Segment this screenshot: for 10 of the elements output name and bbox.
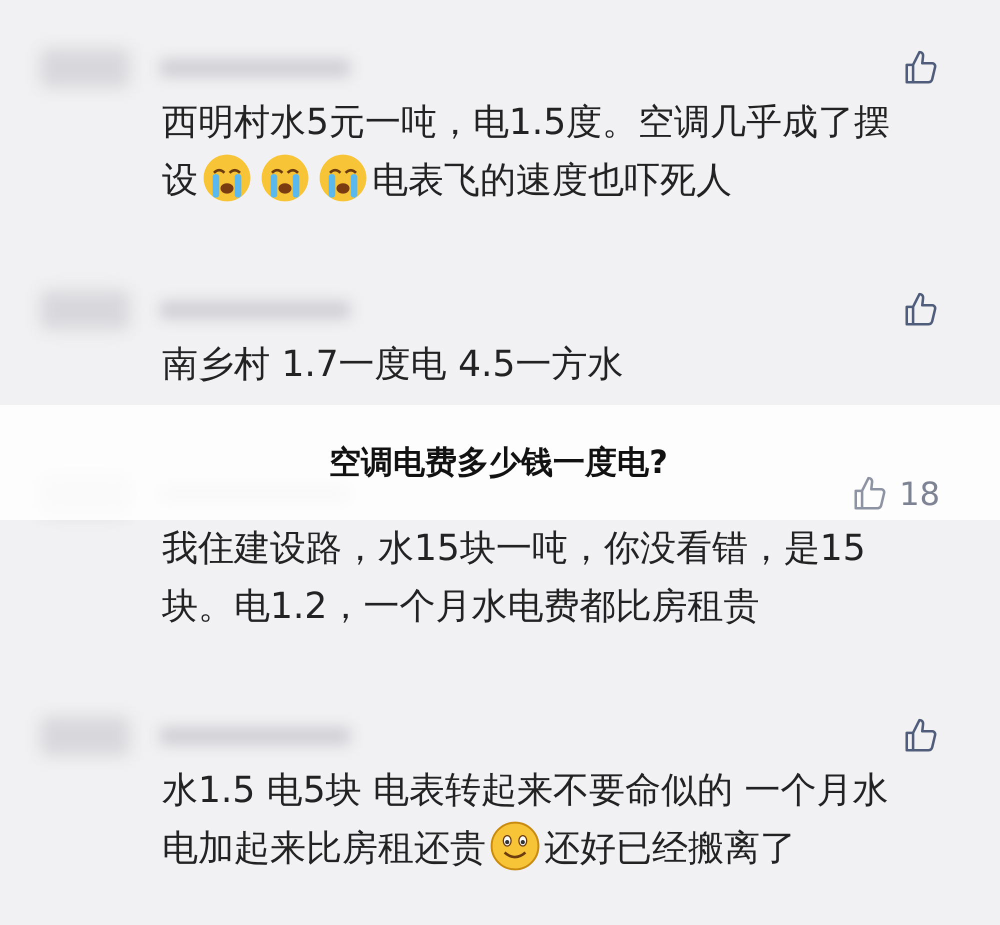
like-count: 18 <box>899 475 940 513</box>
comment-text: 我住建设路，水15块一吨，你没看错，是15块。电1.2，一个月水电费都比房租贵 <box>162 527 867 629</box>
crying-emoji-icon <box>201 152 253 204</box>
comment-text: 西明村水5元一吨，电1.5度。空调几乎成了摆设 电表飞的速度也吓死人 <box>162 94 922 210</box>
comment-text: 水1.5 电5块 电表转起来不要命似的 一个月水电加起来比房租还贵 还好已经搬离了 <box>162 762 922 878</box>
comment-text: 南乡村 1.7一度电 4.5一方水 <box>162 343 624 387</box>
crying-emoji-icon <box>317 152 369 204</box>
banner-title: 空调电费多少钱一度电? <box>329 442 668 482</box>
smiling-emoji-icon <box>489 820 541 872</box>
crying-emoji-icon <box>259 152 311 204</box>
